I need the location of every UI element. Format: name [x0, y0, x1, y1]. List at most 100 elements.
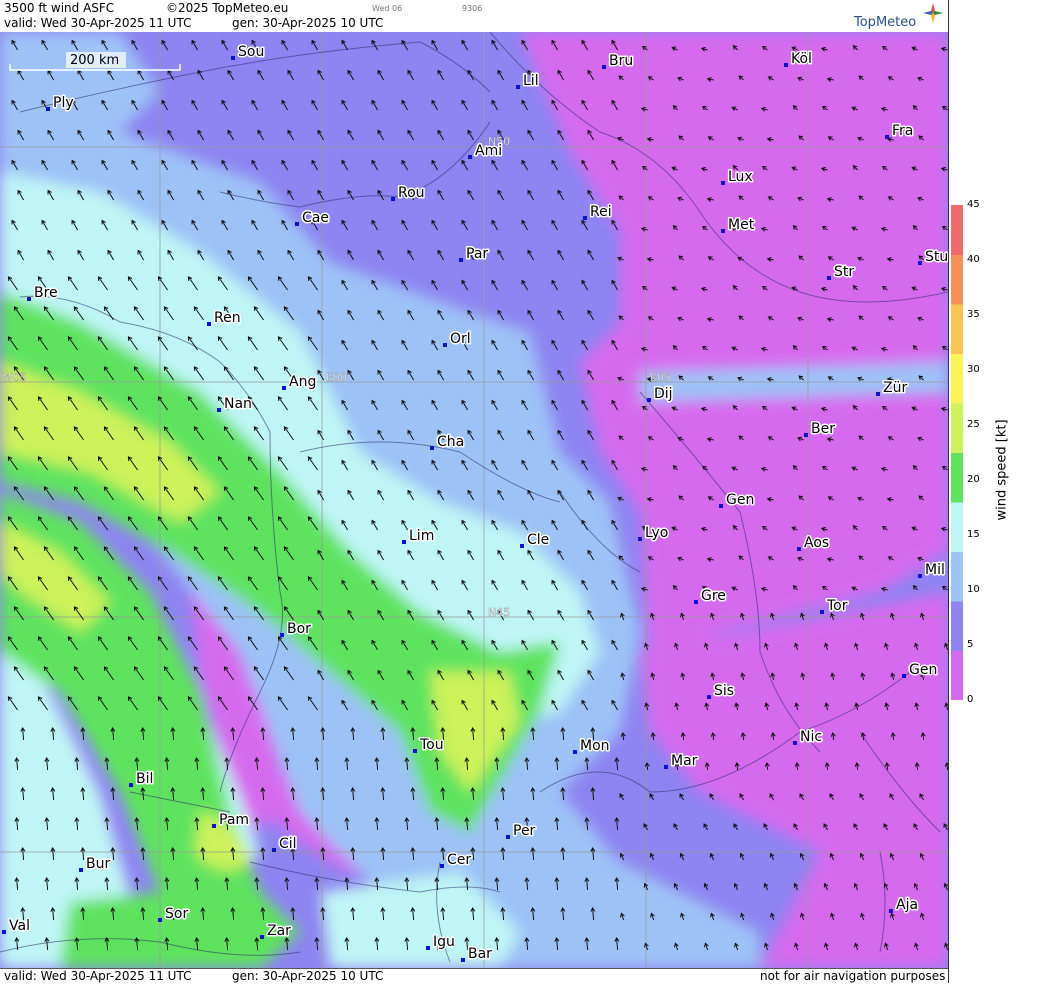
- wind-map-canvas: 200 km W05 E00 E05 N50 N45 SouPlyLilBru K…: [0, 32, 948, 968]
- grid-label-e00: E00: [326, 371, 347, 384]
- city-marker-icon: [280, 633, 284, 637]
- city-marker-icon: [694, 600, 698, 604]
- city-marker-icon: [804, 433, 808, 437]
- legend-swatch: [951, 304, 963, 354]
- legend-tick-label: 25: [967, 419, 980, 430]
- legend-swatch: [951, 650, 963, 700]
- city-label: Rei: [590, 204, 612, 220]
- city-marker-icon: [282, 386, 286, 390]
- city-label: Zür: [883, 380, 907, 396]
- city-marker-icon: [573, 750, 577, 754]
- map-footer: valid: Wed 30-Apr-2025 11 UTC gen: 30-Ap…: [0, 968, 948, 984]
- city-label: Cha: [437, 434, 464, 450]
- city-label: Bur: [86, 856, 110, 872]
- legend-tick-label: 0: [967, 694, 974, 705]
- city-label: Ply: [53, 95, 74, 111]
- city-marker-icon: [889, 909, 893, 913]
- city-marker-icon: [459, 258, 463, 262]
- city-marker-icon: [413, 749, 417, 753]
- footer-valid-time: valid: Wed 30-Apr-2025 11 UTC: [4, 969, 192, 983]
- city-marker-icon: [784, 63, 788, 67]
- city-label: Cle: [527, 532, 549, 548]
- city-marker-icon: [440, 864, 444, 868]
- city-marker-icon: [430, 446, 434, 450]
- city-label: Ber: [811, 421, 835, 437]
- city-marker-icon: [2, 930, 6, 934]
- city-label: Par: [466, 246, 488, 262]
- city-label: Gre: [701, 588, 726, 604]
- footer-disclaimer: not for air navigation purposes: [760, 969, 946, 983]
- city-marker-icon: [443, 343, 447, 347]
- city-marker-icon: [212, 824, 216, 828]
- city-marker-icon: [885, 135, 889, 139]
- map-header: 3500 ft wind ASFC ©2025 TopMeteo.eu Wed …: [0, 0, 948, 32]
- city-label: Met: [728, 217, 755, 233]
- city-marker-icon: [46, 107, 50, 111]
- city-marker-icon: [664, 765, 668, 769]
- grid-label-n45: N45: [488, 606, 510, 619]
- city-label: Ren: [214, 310, 241, 326]
- city-marker-icon: [402, 540, 406, 544]
- city-marker-icon: [260, 935, 264, 939]
- topmeteo-logo: TopMeteo: [854, 2, 946, 30]
- city-label: Cae: [302, 210, 329, 226]
- legend-swatch: [951, 254, 963, 305]
- map-code: 9306: [462, 4, 483, 13]
- legend-swatch: [951, 403, 963, 453]
- legend-swatch: [951, 502, 963, 552]
- wind-map[interactable]: 200 km W05 E00 E05 N50 N45 Sou Ply Lil Bru K…: [0, 32, 948, 968]
- city-marker-icon: [793, 741, 797, 745]
- city-label: Bar: [468, 946, 492, 962]
- grid-label-e05: E05: [650, 371, 671, 384]
- city-label: Köl: [791, 51, 812, 67]
- city-label: Mil: [925, 562, 945, 578]
- city-marker-icon: [272, 848, 276, 852]
- city-label: Lyo: [645, 525, 668, 541]
- city-marker-icon: [876, 392, 880, 396]
- city-marker-icon: [638, 537, 642, 541]
- city-marker-icon: [207, 322, 211, 326]
- city-label: Lux: [728, 169, 753, 185]
- city-label: Igu: [433, 934, 455, 950]
- city-marker-icon: [721, 229, 725, 233]
- city-marker-icon: [27, 297, 31, 301]
- city-label: Stu: [925, 249, 948, 265]
- city-marker-icon: [391, 197, 395, 201]
- legend-tick-label: 15: [967, 529, 980, 540]
- city-label: Bor: [287, 621, 311, 637]
- city-label: Bru: [609, 53, 633, 69]
- city-marker-icon: [902, 674, 906, 678]
- generation-time: gen: 30-Apr-2025 10 UTC: [232, 16, 384, 30]
- city-label: Lim: [409, 528, 434, 544]
- city-marker-icon: [707, 695, 711, 699]
- city-marker-icon: [516, 85, 520, 89]
- city-marker-icon: [426, 946, 430, 950]
- city-marker-icon: [506, 835, 510, 839]
- legend-tick-label: 45: [967, 199, 980, 210]
- legend-swatch: [951, 452, 963, 503]
- city-marker-icon: [79, 868, 83, 872]
- city-label: Sor: [165, 906, 188, 922]
- footer-generation-time: gen: 30-Apr-2025 10 UTC: [232, 969, 384, 983]
- city-label: Pam: [219, 812, 249, 828]
- city-marker-icon: [520, 544, 524, 548]
- legend-swatch: [951, 205, 963, 255]
- city-label: Dij: [654, 386, 673, 402]
- city-label: Aja: [896, 897, 918, 913]
- city-marker-icon: [827, 276, 831, 280]
- city-label: Nan: [224, 396, 252, 412]
- legend-swatch: [951, 353, 963, 404]
- city-label: Aos: [804, 535, 829, 551]
- wind-speed-legend: 45 40 35 30 25 20 15 10 5 0: [948, 0, 1039, 983]
- city-label: Nic: [800, 729, 822, 745]
- city-marker-icon: [797, 547, 801, 551]
- city-marker-icon: [461, 958, 465, 962]
- city-marker-icon: [647, 398, 651, 402]
- city-marker-icon: [820, 610, 824, 614]
- city-marker-icon: [719, 504, 723, 508]
- city-marker-icon: [918, 261, 922, 265]
- city-label: Str: [834, 264, 854, 280]
- legend-color-bar: [951, 205, 963, 700]
- city-marker-icon: [468, 155, 472, 159]
- city-label: Tou: [419, 737, 444, 753]
